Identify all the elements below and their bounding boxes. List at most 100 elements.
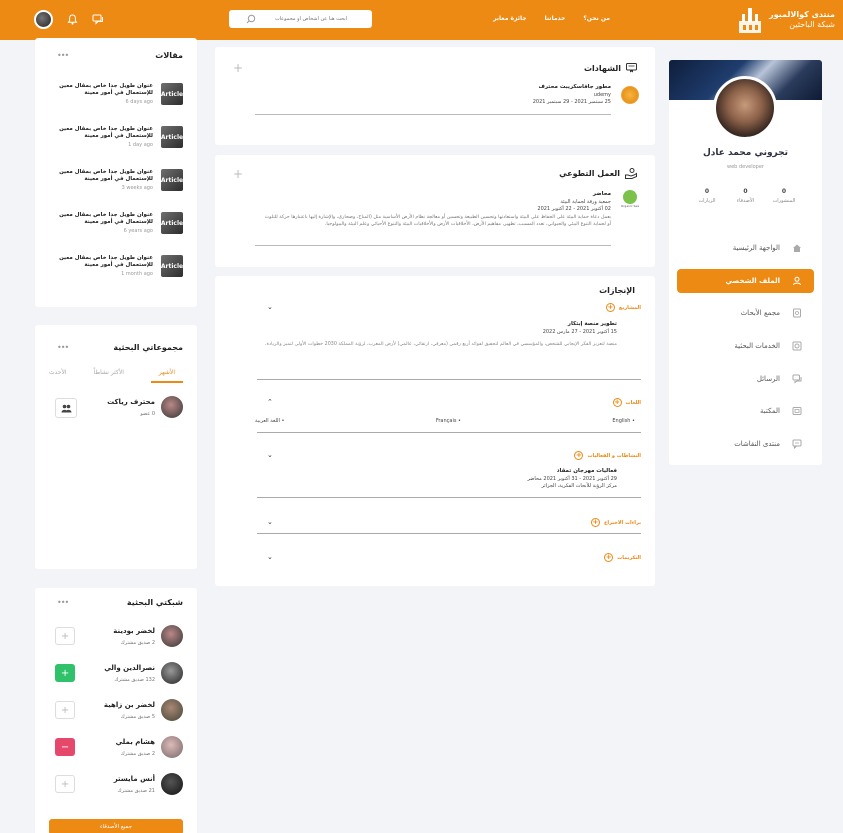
plus-circle-icon: +: [574, 451, 584, 460]
brand-text: منتدى كوالالمبور شبكة الباحثين: [769, 10, 835, 30]
stat-friends[interactable]: 0 الأصدقاء: [728, 188, 764, 204]
stat-label: الأصدقاء: [736, 198, 755, 204]
volunteer-org-logo-label: Organic Sea: [620, 204, 640, 208]
menu-item-messages[interactable]: الرسائل: [677, 367, 814, 391]
add-friend-button[interactable]: +: [55, 775, 75, 793]
side-menu: الواجهة الرئيسية الملف الشخصي مجمع الأبح…: [677, 236, 814, 465]
chat-icon[interactable]: [92, 14, 104, 25]
volunteer-hand-icon: [625, 168, 637, 179]
tab-newest[interactable]: الأحدث: [49, 369, 67, 383]
user-avatar[interactable]: [34, 10, 53, 29]
language-name: Français: [435, 418, 457, 424]
article-title: عنوان طويل جدا خاص بمقال معين للإستعمال …: [59, 83, 153, 96]
certificates-card: الشهادات + مطور جافاسكريبت محترف udemy 2…: [215, 47, 655, 145]
add-certificate-button[interactable]: +: [233, 61, 243, 75]
article-item[interactable]: Article عنوان طويل جدا خاص بمقال معين لل…: [43, 212, 183, 238]
group-add-icon: [61, 404, 71, 412]
add-friend-button[interactable]: +: [55, 701, 75, 719]
more-options-icon[interactable]: •••: [57, 51, 69, 60]
achievements-card: الإنجازات المشاريع + ⌄ تطوير منصة إبتكار…: [215, 276, 655, 586]
patents-toggle[interactable]: براءات الاختراع +: [590, 518, 641, 527]
menu-item-profile[interactable]: الملف الشخصي: [677, 268, 814, 293]
top-bar: منتدى كوالالمبور شبكة الباحثين من نحن؟ خ…: [0, 0, 843, 40]
network-person[interactable]: هشام بملي 2 صديق مشترك −: [49, 736, 183, 762]
menu-item-forum[interactable]: منتدى النقاشات: [677, 432, 814, 456]
menu-item-home[interactable]: الواجهة الرئيسية: [677, 236, 814, 260]
join-group-button[interactable]: [55, 398, 77, 418]
person-avatar: [161, 699, 183, 721]
stat-value: 0: [743, 188, 748, 195]
messages-icon: [792, 374, 802, 384]
certificate-logo: [621, 86, 639, 104]
menu-item-library[interactable]: المكتبة: [677, 399, 814, 423]
chevron-down-icon[interactable]: ⌄: [267, 303, 273, 311]
articles-title: مقالات: [155, 51, 183, 60]
network-person[interactable]: لخضر بن زاهية 5 صديق مشترك +: [49, 699, 183, 725]
more-options-icon[interactable]: •••: [57, 598, 69, 607]
person-avatar: [161, 773, 183, 795]
volunteer-header: العمل التطوعي: [559, 168, 637, 179]
stat-visits[interactable]: 0 الزيارات: [689, 188, 725, 204]
search-icon[interactable]: [246, 14, 256, 24]
article-item[interactable]: Article عنوان طويل جدا خاص بمقال معين لل…: [43, 83, 183, 109]
more-options-icon[interactable]: •••: [57, 343, 69, 352]
menu-item-research[interactable]: مجمع الأبحاث: [677, 301, 814, 325]
stat-label: الزيارات: [698, 198, 716, 204]
divider: [255, 114, 611, 115]
friend-added-button[interactable]: +: [55, 664, 75, 682]
honors-label: التكريمات: [617, 554, 641, 561]
group-avatar: [161, 396, 183, 418]
activity-dates: 29 أكتوبر 2021 - 31 أكتوبر 2021 محاضر: [527, 475, 617, 482]
group-item[interactable]: محترف رياكت 0 عضو: [49, 396, 183, 422]
projects-toggle[interactable]: المشاريع +: [605, 303, 641, 312]
groups-card: مجموعاتي البحثية ••• الأشهر الأكثر نشاطا…: [35, 325, 197, 569]
language-name: اللغة العربية: [255, 418, 280, 424]
article-thumbnail: Article: [161, 126, 183, 148]
tab-most-active[interactable]: الأكثر نشاطاً: [93, 369, 123, 383]
project-dates: 15 أكتوبر 2021 - 27 مارس 2022: [542, 328, 617, 335]
nav-award-link[interactable]: جائزة معابر: [493, 15, 527, 22]
network-person[interactable]: نصرالدين والي 132 صديق مشترك +: [49, 662, 183, 688]
chevron-down-icon[interactable]: ⌄: [267, 451, 273, 459]
brand-subtitle: شبكة الباحثين: [789, 20, 835, 29]
activities-toggle[interactable]: النشاطات و الفعاليات +: [574, 451, 641, 460]
bell-icon[interactable]: [67, 14, 78, 25]
person-name: لخضر بودينة: [113, 627, 155, 635]
article-title: عنوان طويل جدا خاص بمقال معين للإستعمال …: [59, 255, 153, 268]
stat-posts[interactable]: 0 المنشورات: [766, 188, 802, 204]
chevron-down-icon[interactable]: ⌄: [267, 518, 273, 526]
brand[interactable]: منتدى كوالالمبور شبكة الباحثين: [737, 5, 835, 35]
forum-icon: [792, 439, 802, 450]
network-person[interactable]: أنس مايستر 21 صديق مشترك +: [49, 773, 183, 799]
add-friend-button[interactable]: +: [55, 627, 75, 645]
network-person[interactable]: لخضر بودينة 2 صديق مشترك +: [49, 625, 183, 651]
person-name: هشام بملي: [115, 738, 155, 746]
article-item[interactable]: Article عنوان طويل جدا خاص بمقال معين لل…: [43, 169, 183, 195]
nav-services-link[interactable]: خدماتنا: [545, 15, 566, 22]
article-item[interactable]: Article عنوان طويل جدا خاص بمقال معين لل…: [43, 126, 183, 152]
article-date: 1 month ago: [121, 271, 153, 277]
nav-about-link[interactable]: من نحن؟: [583, 15, 610, 22]
honors-toggle[interactable]: التكريمات +: [604, 553, 641, 562]
languages-toggle[interactable]: اللغات +: [612, 398, 641, 407]
article-date: 3 weeks ago: [121, 185, 153, 191]
menu-item-label: الواجهة الرئيسية: [732, 244, 780, 252]
divider: [257, 533, 641, 534]
add-volunteer-button[interactable]: +: [233, 167, 243, 181]
menu-item-services[interactable]: الخدمات البحثية: [677, 334, 814, 358]
profile-avatar[interactable]: [713, 76, 777, 140]
all-friends-button[interactable]: جميع الأصدقاء: [49, 819, 183, 833]
certificates-header: الشهادات: [584, 63, 637, 73]
article-title: عنوان طويل جدا خاص بمقال معين للإستعمال …: [59, 126, 153, 139]
chevron-up-icon[interactable]: ⌃: [267, 398, 273, 406]
tab-popular[interactable]: الأشهر: [150, 369, 183, 383]
article-item[interactable]: Article عنوان طويل جدا خاص بمقال معين لل…: [43, 255, 183, 281]
article-date: 6 days ago: [125, 99, 153, 105]
chevron-down-icon[interactable]: ⌄: [267, 553, 273, 561]
stat-label: المنشورات: [772, 198, 796, 204]
article-date: 6 years ago: [123, 228, 153, 234]
article-title: عنوان طويل جدا خاص بمقال معين للإستعمال …: [59, 212, 153, 225]
certificate-name: مطور جافاسكريبت محترف: [538, 84, 612, 90]
search-input[interactable]: [256, 16, 366, 22]
remove-friend-button[interactable]: −: [55, 738, 75, 756]
